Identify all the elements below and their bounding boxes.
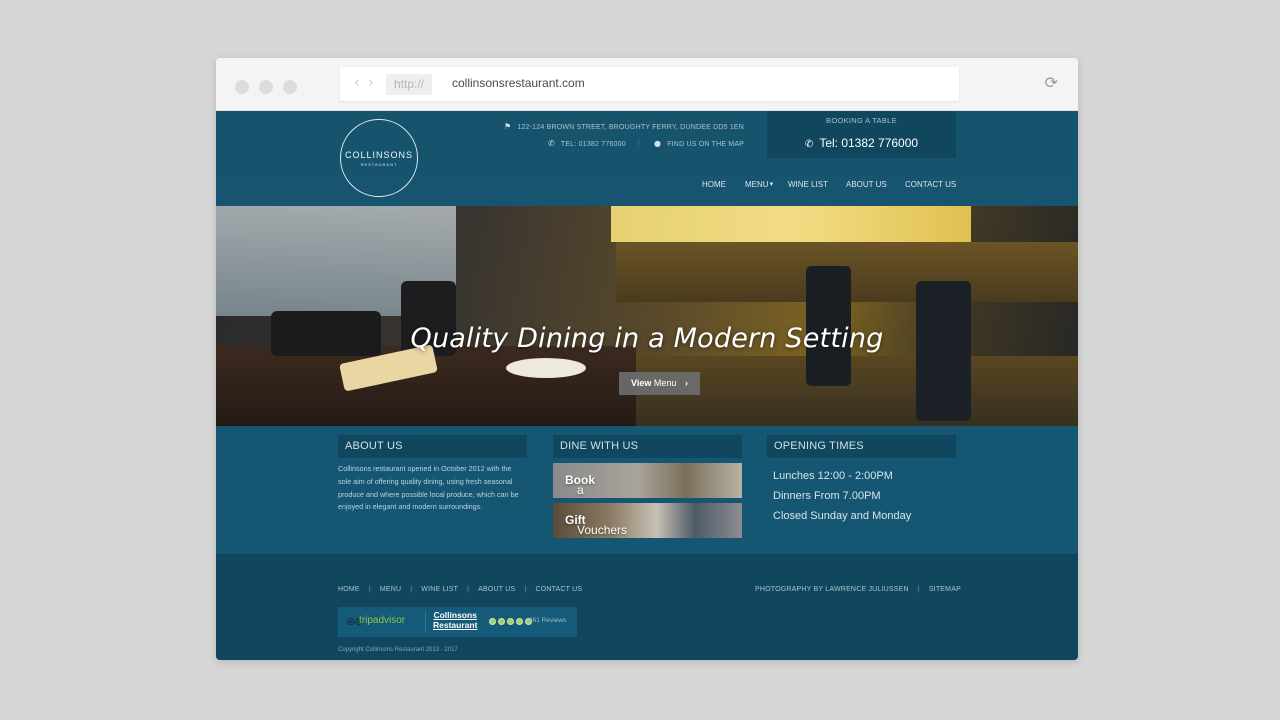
map-pin-icon: ● [654,139,662,148]
footer-nav: HOME | MENU | WINE LIST | ABOUT US | CONTACT US [338,586,582,593]
footer-link-contact-us[interactable]: CONTACT US [535,586,582,593]
booking-box[interactable]: BOOKING A TABLE ✆ Tel: 01382 776000 [767,111,956,158]
photo-credit-link[interactable]: PHOTOGRAPHY BY LAWRENCE JULIUSSEN [755,586,909,593]
site-footer: HOME | MENU | WINE LIST | ABOUT US | CONTACT US … [216,554,1078,660]
footer-credits: PHOTOGRAPHY BY LAWRENCE JULIUSSEN | SITEMA… [755,586,961,593]
view-menu-text: Menu [651,378,677,388]
opening-time-closed: Closed Sunday and Monday [773,510,912,522]
rating-bubble-icon [507,618,514,625]
gift-vouchers-label: Gift Vouchers [565,513,627,537]
signpost-icon: ⚑ [504,122,512,131]
browser-window: ‹ › http:// collinsonsrestaurant.com ⟳ C… [216,58,1078,660]
nav-wine-list[interactable]: WINE LIST [788,180,828,189]
rating-bubble-icon [516,618,523,625]
gift-rest: Vouchers [577,523,628,537]
info-sections: ABOUT US Collinsons restaurant opened in… [216,426,1078,554]
site-header: COLLINSONS RESTAURANT ⚑ 122-124 BROWN STR… [216,111,1078,206]
about-us-heading: ABOUT US [338,435,527,458]
book-a-table-label: Book a Table [565,473,606,498]
chevron-down-icon: ▾ [769,180,774,188]
footer-divider: | [917,586,920,593]
map-link-text: FIND US ON THE MAP [667,141,745,148]
nav-menu-label: MENU [745,180,769,189]
hero-floor [636,356,1078,426]
view-menu-bold: View [631,378,652,388]
footer-divider: | [410,586,413,593]
book-a-table-button[interactable]: Book a Table [553,463,742,498]
footer-link-menu[interactable]: MENU [380,586,401,593]
phone-icon: ✆ [548,139,555,148]
logo-main-text: COLLINSONS [344,150,414,160]
address-bar[interactable]: ‹ › http:// collinsonsrestaurant.com [340,67,959,101]
find-on-map-link[interactable]: ● FIND US ON THE MAP [654,139,744,148]
nav-menu[interactable]: MENU ▾ [745,180,773,189]
opening-time-dinner: Dinners From 7.00PM [773,490,881,502]
rating-bubbles [489,618,532,625]
address-line: ⚑ 122-124 BROWN STREET, BROUGHTY FERRY, D… [504,122,744,131]
window-maximize-dot[interactable] [283,80,297,94]
hero-banner: Quality Dining in a Modern Setting View … [216,206,1078,426]
nav-home[interactable]: HOME [702,180,726,189]
opening-times-heading: OPENING TIMES [767,435,956,458]
footer-divider: | [467,586,470,593]
website: COLLINSONS RESTAURANT ⚑ 122-124 BROWN STR… [216,111,1078,660]
footer-link-home[interactable]: HOME [338,586,360,593]
sitemap-link[interactable]: SITEMAP [929,586,961,593]
nav-contact-us[interactable]: CONTACT US [905,180,956,189]
footer-link-wine-list[interactable]: WINE LIST [421,586,458,593]
opening-time-lunch: Lunches 12:00 - 2:00PM [773,470,893,482]
rating-bubble-icon [489,618,496,625]
hero-title: Quality Dining in a Modern Setting [410,323,884,354]
rating-bubble-icon [498,618,505,625]
footer-divider: | [524,586,527,593]
view-menu-button[interactable]: View Menu › [619,372,700,395]
header-phone-text: TEL: 01382 776000 [560,141,626,148]
tripadvisor-wordmark: tripadvisor [359,615,406,626]
header-phone[interactable]: ✆ TEL: 01382 776000 [548,139,626,148]
chevron-right-icon: › [684,378,688,388]
gift-vouchers-button[interactable]: Gift Vouchers [553,503,742,538]
ta-name-line-2: Restaurant [433,619,478,630]
tripadvisor-widget[interactable]: ◎◎ tripadvisor Collinsons Restaurant 361… [338,607,577,637]
review-count[interactable]: 361 Reviews [529,617,566,624]
about-us-text: Collinsons restaurant opened in October … [338,464,519,512]
back-arrow-icon[interactable]: ‹ [354,75,360,91]
address-text: 122-124 BROWN STREET, BROUGHTY FERRY, DU… [517,124,745,131]
browser-toolbar: ‹ › http:// collinsonsrestaurant.com ⟳ [216,58,1078,111]
tripadvisor-divider [425,611,426,633]
dine-with-us-heading: DINE WITH US [553,435,742,458]
tripadvisor-logo: ◎◎ tripadvisor [338,607,423,637]
url-protocol: http:// [386,74,433,95]
restaurant-logo[interactable]: COLLINSONS RESTAURANT [340,119,418,197]
booking-phone[interactable]: ✆ Tel: 01382 776000 [767,136,956,150]
url-text[interactable]: collinsonsrestaurant.com [452,76,585,90]
window-close-dot[interactable] [235,80,249,94]
book-rest: a Table [577,483,606,498]
booking-title: BOOKING A TABLE [826,116,897,125]
window-minimize-dot[interactable] [259,80,273,94]
logo-sub-text: RESTAURANT [360,162,398,167]
phone-icon: ✆ [804,139,814,150]
forward-arrow-icon[interactable]: › [368,75,374,91]
booking-phone-text: Tel: 01382 776000 [819,136,919,150]
nav-about-us[interactable]: ABOUT US [846,180,887,189]
reload-icon[interactable]: ⟳ [1045,73,1058,92]
header-separator: | [638,139,640,146]
footer-divider: | [368,586,371,593]
copyright: Copyright Collinsons Restaurant 2013 - 2… [338,647,458,653]
tripadvisor-restaurant-name[interactable]: Collinsons Restaurant [433,610,478,630]
hero-light-panel [611,206,971,242]
hero-plate [506,358,586,378]
footer-link-about-us[interactable]: ABOUT US [478,586,515,593]
